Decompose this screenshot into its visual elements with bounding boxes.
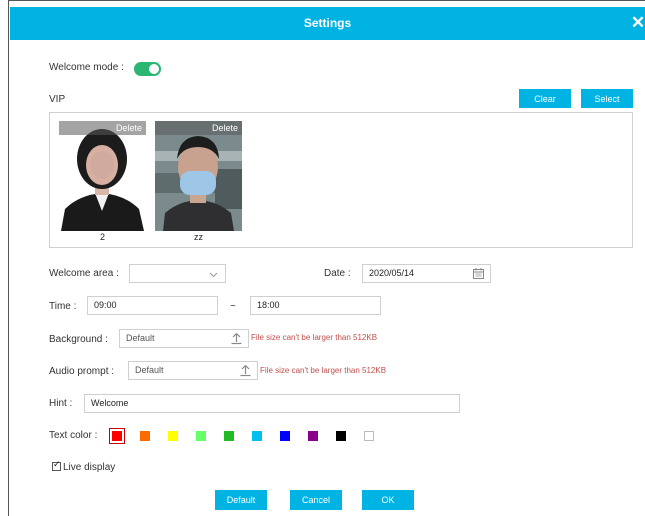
text-color-label: Text color : bbox=[49, 430, 98, 441]
window-border-left bbox=[8, 0, 9, 516]
audio-prompt-size-note: File size can't be larger than 512KB bbox=[260, 366, 387, 375]
toggle-knob bbox=[149, 64, 159, 74]
background-size-note: File size can't be larger than 512KB bbox=[251, 333, 378, 342]
delete-button[interactable]: Delete bbox=[59, 121, 146, 135]
vip-name: zz bbox=[194, 232, 203, 242]
vip-label: VIP bbox=[49, 94, 66, 105]
chevron-down-icon bbox=[209, 268, 218, 285]
vip-photo bbox=[59, 121, 146, 231]
date-label: Date : bbox=[324, 268, 351, 279]
live-display-label: Live display bbox=[63, 462, 116, 473]
window-border-top bbox=[8, 0, 645, 1]
upload-icon[interactable] bbox=[239, 364, 253, 378]
color-swatch[interactable] bbox=[364, 431, 374, 441]
time-separator: ~ bbox=[230, 301, 236, 312]
audio-prompt-label: Audio prompt : bbox=[49, 366, 115, 377]
hint-value: Welcome bbox=[91, 398, 129, 408]
vip-photo bbox=[155, 121, 242, 231]
default-button[interactable]: Default bbox=[215, 490, 267, 510]
welcome-mode-toggle[interactable] bbox=[134, 62, 161, 76]
clear-button[interactable]: Clear bbox=[519, 89, 571, 108]
audio-prompt-file-input[interactable]: Default bbox=[128, 361, 258, 380]
select-button[interactable]: Select bbox=[581, 89, 633, 108]
vip-panel: Delete 2 Delete zz bbox=[49, 112, 633, 248]
color-swatch[interactable] bbox=[336, 431, 346, 441]
vip-name: 2 bbox=[99, 232, 105, 242]
ok-button[interactable]: OK bbox=[362, 490, 414, 510]
settings-dialog: Settings ✕ Welcome mode : VIP Clear Sele… bbox=[10, 7, 645, 516]
vip-card: Delete 2 bbox=[59, 121, 146, 242]
color-swatch[interactable] bbox=[196, 431, 206, 441]
date-value: 2020/05/14 bbox=[369, 268, 415, 278]
time-label: Time : bbox=[49, 301, 77, 312]
audio-prompt-value: Default bbox=[135, 365, 164, 375]
welcome-area-label: Welcome area : bbox=[49, 268, 119, 279]
time-end-value: 18:00 bbox=[257, 300, 280, 310]
hint-label: Hint : bbox=[49, 398, 73, 409]
color-swatch[interactable] bbox=[140, 431, 150, 441]
background-file-input[interactable]: Default bbox=[119, 329, 249, 348]
hint-input[interactable]: Welcome bbox=[84, 394, 460, 413]
close-icon[interactable]: ✕ bbox=[629, 13, 645, 33]
color-swatch[interactable] bbox=[252, 431, 262, 441]
color-swatch[interactable] bbox=[280, 431, 290, 441]
date-input[interactable]: 2020/05/14 bbox=[362, 264, 491, 283]
welcome-area-select[interactable] bbox=[129, 264, 226, 283]
color-swatch[interactable] bbox=[308, 431, 318, 441]
color-swatch[interactable] bbox=[168, 431, 178, 441]
cancel-button[interactable]: Cancel bbox=[290, 490, 342, 510]
delete-button[interactable]: Delete bbox=[155, 121, 242, 135]
dialog-titlebar: Settings ✕ bbox=[10, 7, 645, 40]
background-value: Default bbox=[126, 333, 155, 343]
background-label: Background : bbox=[49, 334, 108, 345]
welcome-mode-label: Welcome mode : bbox=[49, 62, 124, 73]
time-start-value: 09:00 bbox=[94, 300, 117, 310]
color-swatch[interactable] bbox=[224, 431, 234, 441]
live-display-checkbox[interactable] bbox=[52, 460, 61, 471]
time-start-input[interactable]: 09:00 bbox=[87, 296, 218, 315]
color-swatch[interactable] bbox=[109, 428, 125, 444]
vip-card: Delete zz bbox=[155, 121, 242, 242]
calendar-icon[interactable] bbox=[472, 267, 486, 281]
time-end-input[interactable]: 18:00 bbox=[250, 296, 381, 315]
dialog-title: Settings bbox=[303, 16, 352, 30]
upload-icon[interactable] bbox=[230, 332, 244, 346]
